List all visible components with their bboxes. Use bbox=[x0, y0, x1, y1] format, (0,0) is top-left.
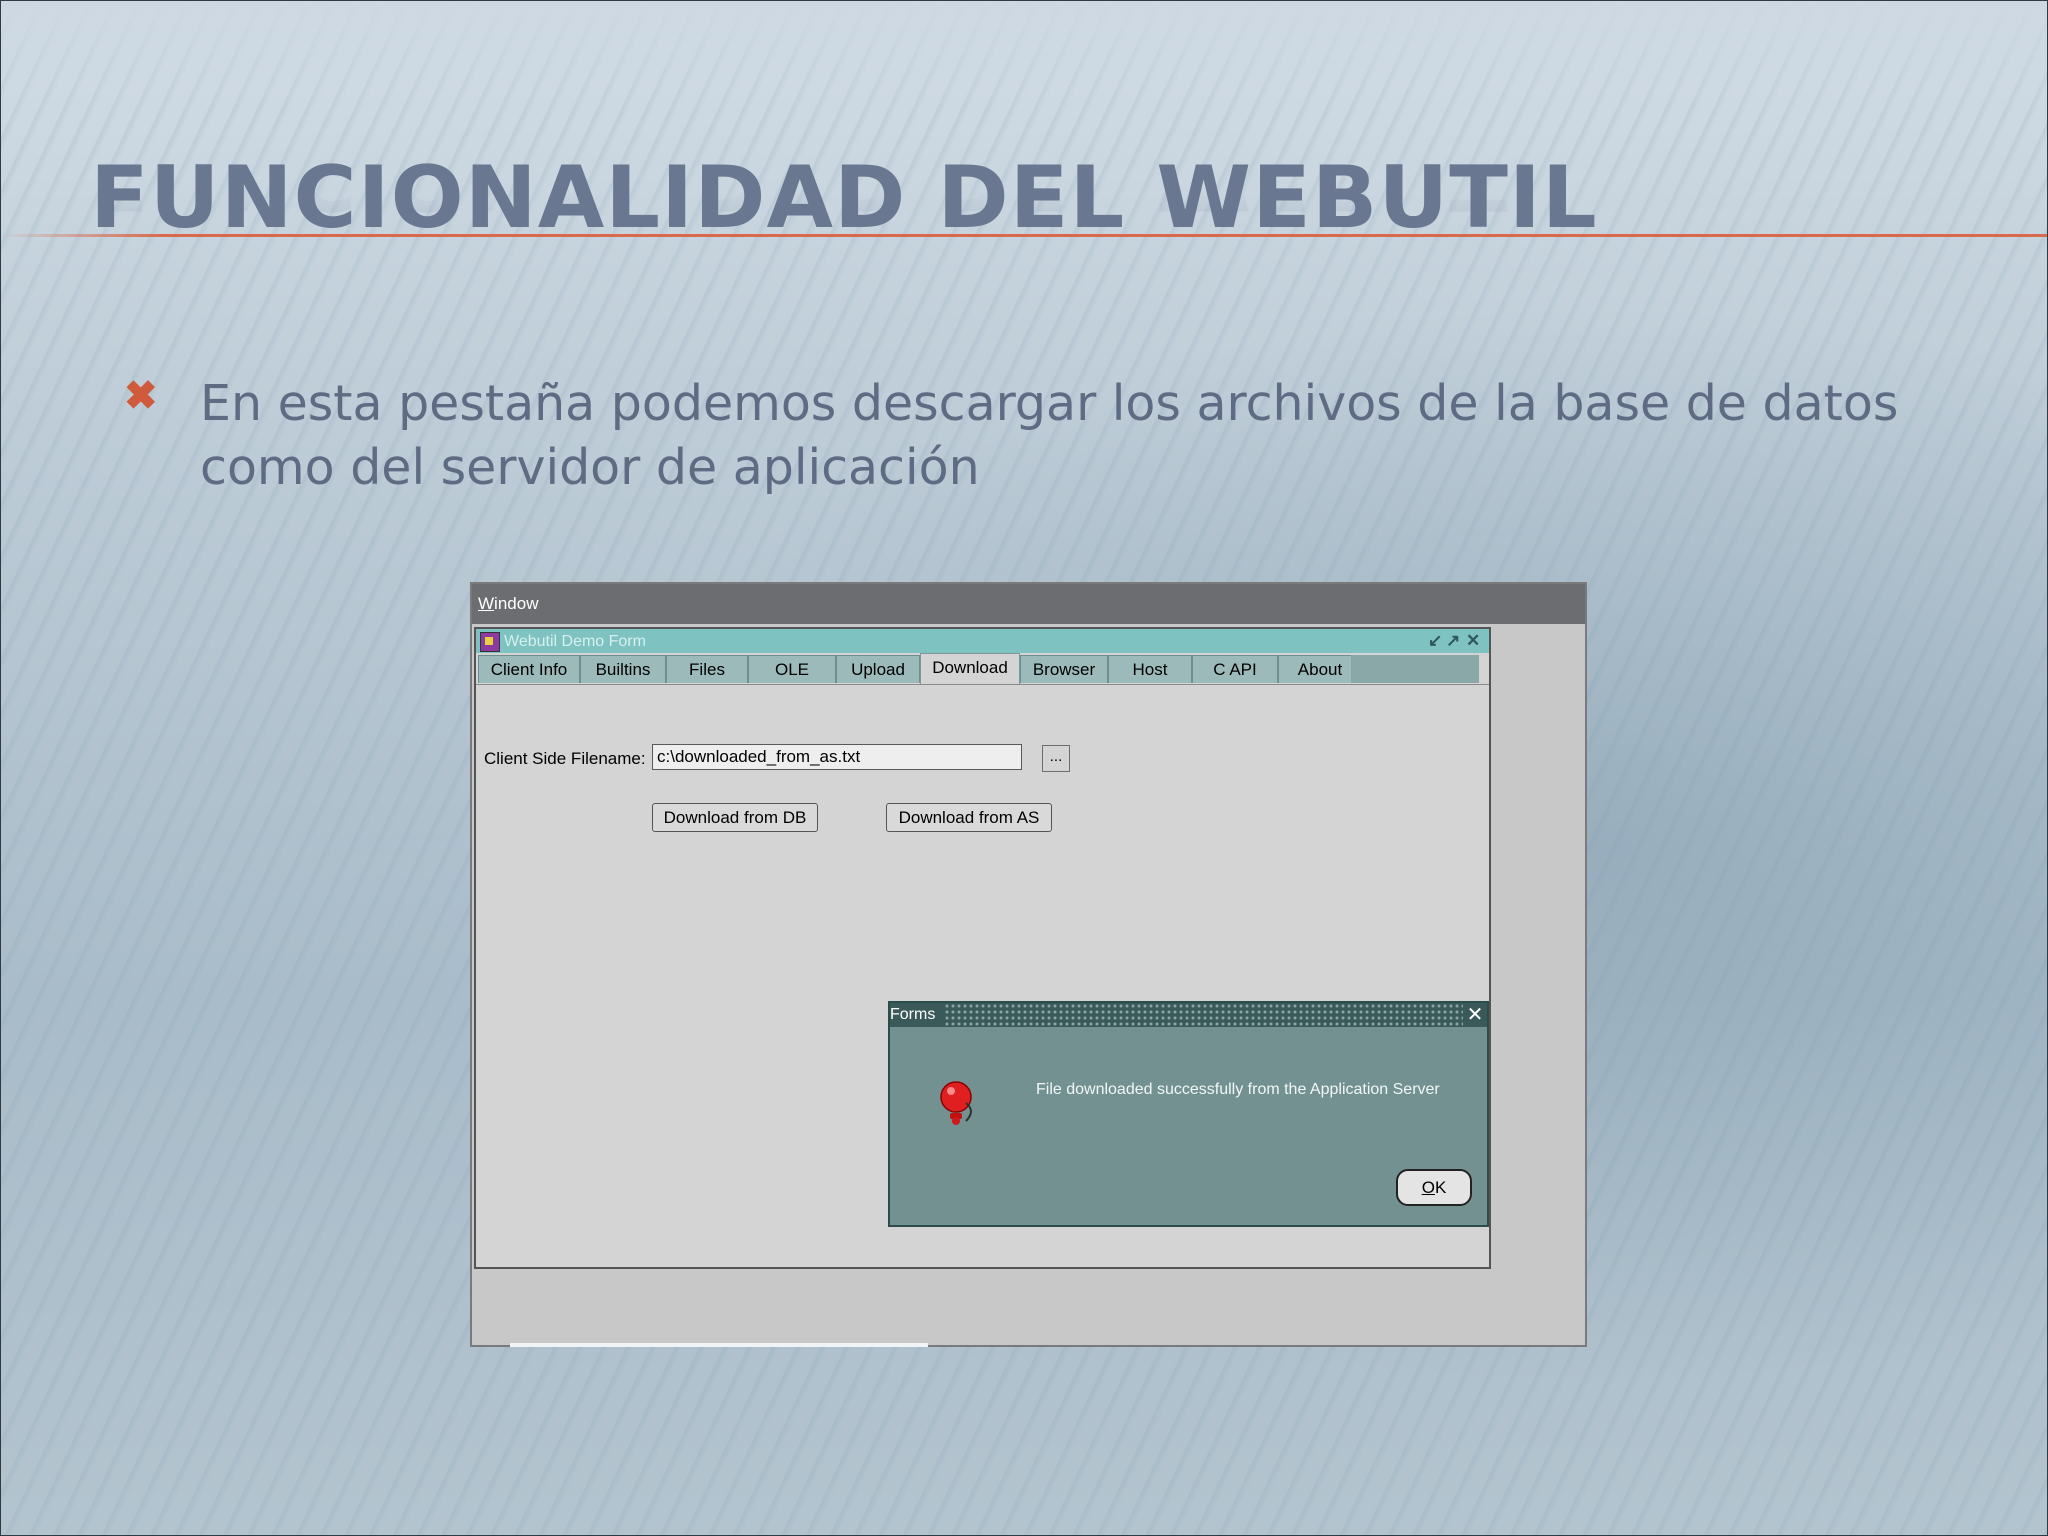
screenshot-bottom-highlight bbox=[510, 1343, 928, 1347]
bullet-text: En esta pestaña podemos descargar los ar… bbox=[200, 375, 1899, 496]
form-titlebar[interactable]: Webutil Demo Form ↙ ↗ ✕ bbox=[476, 629, 1489, 653]
menu-bar: Window bbox=[472, 584, 1585, 624]
tab-host[interactable]: Host bbox=[1108, 655, 1192, 683]
forms-alert-dialog: Forms ✕ File downloaded successfully fro… bbox=[888, 1001, 1489, 1227]
tab-ole[interactable]: OLE bbox=[748, 655, 836, 683]
form-app-icon bbox=[480, 632, 500, 652]
form-title: Webutil Demo Form bbox=[504, 633, 646, 650]
tab-builtins[interactable]: Builtins bbox=[580, 655, 666, 683]
minimize-icon[interactable]: ↙ bbox=[1428, 631, 1442, 651]
tab-about[interactable]: About bbox=[1278, 655, 1362, 683]
browse-button[interactable]: ... bbox=[1042, 745, 1070, 772]
slide-title-reflection: FUNCIONALIDAD DEL WEBUTIL bbox=[90, 128, 1598, 228]
download-from-as-button[interactable]: Download from AS bbox=[886, 803, 1052, 832]
tab-browser[interactable]: Browser bbox=[1020, 655, 1108, 683]
tab-files[interactable]: Files bbox=[666, 655, 748, 683]
dialog-close-icon[interactable]: ✕ bbox=[1463, 1003, 1487, 1027]
client-filename-label: Client Side Filename: bbox=[484, 749, 646, 768]
download-from-db-button[interactable]: Download from DB bbox=[652, 803, 818, 832]
client-filename-input[interactable] bbox=[652, 744, 1022, 770]
ok-button[interactable]: OK bbox=[1396, 1169, 1472, 1206]
tab-upload[interactable]: Upload bbox=[836, 655, 920, 683]
tab-bar-filler bbox=[1351, 655, 1479, 683]
tab-bar: Client Info Builtins Files OLE Upload Do… bbox=[476, 653, 1489, 684]
tab-client-info[interactable]: Client Info bbox=[478, 655, 580, 683]
dialog-titlebar[interactable]: Forms ✕ bbox=[890, 1003, 1487, 1027]
maximize-icon[interactable]: ↗ bbox=[1446, 631, 1460, 651]
bullet-x-icon: ✖ bbox=[124, 374, 158, 418]
dialog-title: Forms bbox=[890, 1003, 944, 1027]
slide-background-fade bbox=[0, 0, 2048, 110]
tab-download[interactable]: Download bbox=[920, 653, 1020, 684]
dialog-message: File downloaded successfully from the Ap… bbox=[1036, 1081, 1440, 1098]
tab-c-api[interactable]: C API bbox=[1192, 655, 1278, 683]
menu-window[interactable]: Window bbox=[478, 594, 538, 614]
alarm-bell-icon bbox=[940, 1081, 972, 1125]
title-underline-rule bbox=[0, 234, 2048, 237]
forms-app-screenshot: Window Webutil Demo Form ↙ ↗ ✕ Client In… bbox=[470, 582, 1587, 1347]
close-icon[interactable]: ✕ bbox=[1466, 631, 1480, 651]
